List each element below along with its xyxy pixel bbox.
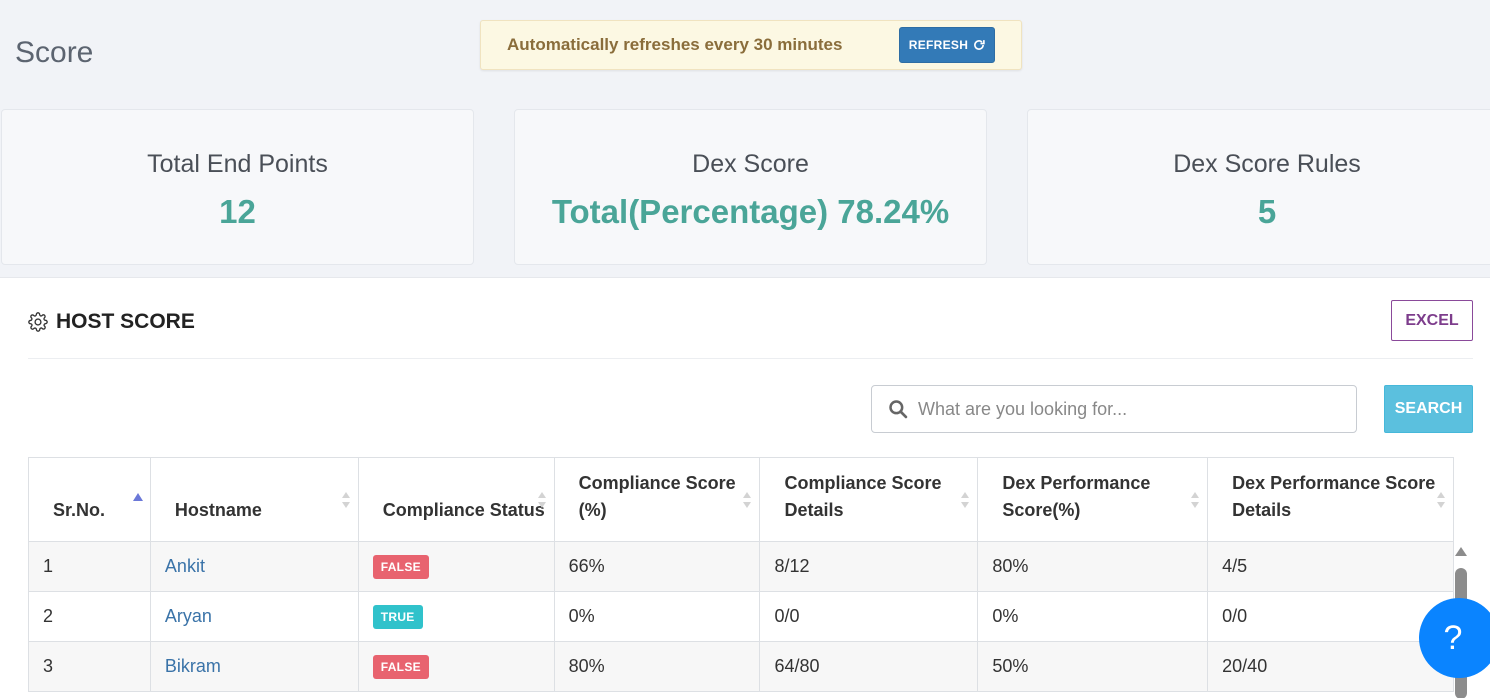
cell-compliance-score: 0%: [553, 591, 761, 642]
host-score-table: Sr.No. Hostname Compliance Status Compli…: [28, 457, 1454, 692]
scroll-up-arrow[interactable]: [1455, 547, 1467, 557]
refresh-icon: [974, 40, 985, 50]
column-header-label: Dex Performance Score Details: [1232, 473, 1436, 520]
hostname-link[interactable]: Ankit: [149, 541, 359, 592]
search-box[interactable]: [871, 385, 1357, 433]
cell-compliance-details: 64/80: [759, 641, 979, 692]
card-label: Dex Score: [692, 150, 809, 178]
total-endpoints-card: Total End Points 12: [1, 109, 474, 265]
page-title: Score: [15, 36, 94, 69]
column-header-compliance-status[interactable]: Compliance Status: [357, 457, 555, 542]
dex-score-rules-card: Dex Score Rules 5: [1027, 109, 1490, 265]
help-button[interactable]: ?: [1419, 598, 1490, 678]
cell-sr-no: 1: [28, 541, 151, 592]
table-row: 1 Ankit FALSE 66% 8/12 80% 4/5: [28, 541, 1454, 592]
table-row: 3 Bikram FALSE 80% 64/80 50% 20/40: [28, 641, 1454, 692]
hostname-link[interactable]: Aryan: [149, 591, 359, 642]
cell-compliance-status: FALSE: [357, 541, 555, 592]
divider: [28, 358, 1473, 359]
cell-compliance-status: TRUE: [357, 591, 555, 642]
card-label: Total End Points: [147, 150, 328, 178]
cell-sr-no: 3: [28, 641, 151, 692]
column-header-label: Compliance Score (%): [578, 473, 736, 520]
column-header-sr-no[interactable]: Sr.No.: [28, 457, 151, 542]
cell-compliance-details: 8/12: [759, 541, 979, 592]
host-score-panel: HOST SCORE EXCEL SEARCH Sr.No. Hostname: [0, 277, 1490, 698]
sort-icon: [1191, 492, 1200, 508]
search-icon: [889, 400, 908, 419]
cell-dex-details: 4/5: [1207, 541, 1454, 592]
cell-sr-no: 2: [28, 591, 151, 642]
card-value: 12: [219, 193, 256, 230]
column-header-label: Compliance Status: [382, 500, 545, 520]
search-input[interactable]: [918, 398, 1338, 420]
refresh-button[interactable]: REFRESH: [899, 27, 995, 63]
refresh-label: REFRESH: [908, 38, 969, 52]
sort-asc-icon: [132, 493, 143, 501]
gear-icon: [28, 312, 48, 332]
table-header-row: Sr.No. Hostname Compliance Status Compli…: [28, 457, 1454, 542]
cell-dex-score: 0%: [977, 591, 1209, 642]
excel-export-button[interactable]: EXCEL: [1391, 300, 1473, 341]
sort-icon: [537, 492, 546, 508]
card-value: 5: [1257, 193, 1277, 230]
cell-dex-details: 20/40: [1207, 641, 1454, 692]
column-header-label: Sr.No.: [53, 500, 106, 520]
notice-text: Automatically refreshes every 30 minutes: [507, 35, 843, 54]
cell-compliance-score: 66%: [553, 541, 761, 592]
column-header-dex-performance-score[interactable]: Dex Performance Score(%): [977, 457, 1209, 542]
cell-dex-score: 80%: [977, 541, 1209, 592]
column-header-label: Hostname: [174, 500, 262, 520]
dex-score-card: Dex Score Total(Percentage) 78.24%: [514, 109, 987, 265]
hostname-link[interactable]: Bikram: [149, 641, 359, 692]
panel-title-text: HOST SCORE: [56, 310, 195, 333]
sort-icon: [341, 492, 350, 508]
search-button[interactable]: SEARCH: [1384, 385, 1473, 433]
status-badge: FALSE: [372, 654, 429, 679]
sort-icon: [743, 492, 752, 508]
cell-dex-score: 50%: [977, 641, 1209, 692]
column-header-label: Dex Performance Score(%): [1002, 473, 1151, 520]
cell-compliance-status: FALSE: [357, 641, 555, 692]
column-header-label: Compliance Score Details: [784, 473, 942, 520]
auto-refresh-notice: Automatically refreshes every 30 minutes…: [480, 20, 1022, 70]
column-header-hostname[interactable]: Hostname: [149, 457, 359, 542]
card-value: Total(Percentage) 78.24%: [551, 193, 950, 230]
cell-compliance-score: 80%: [553, 641, 761, 692]
panel-title: HOST SCORE: [28, 310, 195, 334]
table-row: 2 Aryan TRUE 0% 0/0 0% 0/0: [28, 591, 1454, 642]
sort-icon: [961, 492, 970, 508]
column-header-dex-performance-score-details[interactable]: Dex Performance Score Details: [1207, 457, 1454, 542]
column-header-compliance-score-details[interactable]: Compliance Score Details: [759, 457, 979, 542]
cell-dex-details: 0/0: [1207, 591, 1454, 642]
card-label: Dex Score Rules: [1173, 150, 1361, 178]
status-badge: TRUE: [372, 604, 423, 629]
sort-icon: [1437, 492, 1445, 508]
status-badge: FALSE: [372, 554, 429, 579]
column-header-compliance-score[interactable]: Compliance Score (%): [553, 457, 761, 542]
cell-compliance-details: 0/0: [759, 591, 979, 642]
